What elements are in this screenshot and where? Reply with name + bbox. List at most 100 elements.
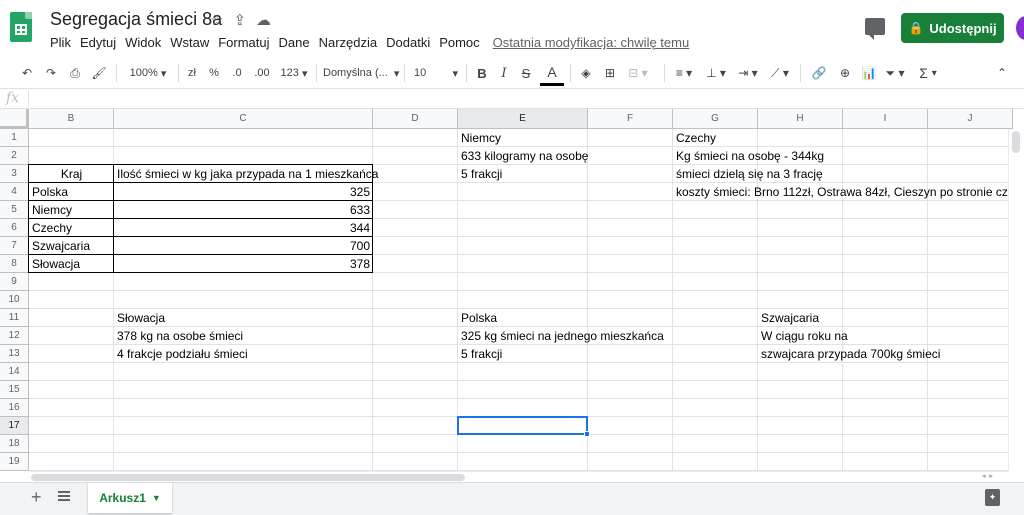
increase-decimal-button[interactable]: .00 xyxy=(250,60,274,86)
font-size-select[interactable]: 10 ▾ xyxy=(410,60,462,86)
menu-help[interactable]: Pomoc xyxy=(439,35,479,50)
row-header-15[interactable]: 15 xyxy=(0,381,29,399)
row-header-17[interactable]: 17 xyxy=(0,417,29,435)
row-header-10[interactable]: 10 xyxy=(0,291,29,309)
cell-c13[interactable]: 4 frakcje podziału śmieci xyxy=(114,345,373,363)
insert-chart-icon[interactable]: 📊 xyxy=(858,60,880,86)
percent-button[interactable]: % xyxy=(204,60,224,86)
last-edit-link[interactable]: Ostatnia modyfikacja: chwilę temu xyxy=(493,35,690,50)
menu-file[interactable]: Plik xyxy=(50,35,71,50)
row-header-4[interactable]: 4 xyxy=(0,183,29,201)
scroll-arrows[interactable]: ◂ ▸ xyxy=(982,472,993,480)
column-header-c[interactable]: C xyxy=(114,109,373,129)
cell-h11[interactable]: Szwajcaria xyxy=(758,309,843,327)
horizontal-scrollbar[interactable] xyxy=(29,471,1008,482)
redo-icon[interactable]: ↷ xyxy=(40,60,62,86)
collapse-toolbar-icon[interactable]: ⌃ xyxy=(992,60,1012,86)
sheets-logo-icon[interactable] xyxy=(10,12,32,42)
column-header-b[interactable]: B xyxy=(29,109,114,129)
sheet-tab-active[interactable]: Arkusz1 ▼ xyxy=(88,483,172,513)
row-header-19[interactable]: 19 xyxy=(0,453,29,471)
star-icon[interactable]: ☆ xyxy=(210,11,223,29)
cell-g4[interactable]: koszty śmieci: Brno 112zł, Ostrawa 84zł,… xyxy=(673,183,1024,201)
select-all-corner[interactable] xyxy=(0,109,29,129)
avatar[interactable] xyxy=(1016,16,1024,40)
cloud-status-icon[interactable]: ☁ xyxy=(256,11,271,29)
text-color-button[interactable]: A xyxy=(540,60,564,86)
cell-e1[interactable]: Niemcy xyxy=(458,129,588,147)
fill-handle[interactable] xyxy=(584,431,590,437)
row-header-8[interactable]: 8 xyxy=(0,255,29,273)
cell-h12[interactable]: W ciągu roku na xyxy=(758,327,851,345)
column-header-g[interactable]: G xyxy=(673,109,758,129)
document-title[interactable]: Segregacja śmieci 8a xyxy=(50,9,222,30)
menu-tools[interactable]: Narzędzia xyxy=(319,35,378,50)
cell-c12[interactable]: 378 kg na osobe śmieci xyxy=(114,327,373,345)
bold-button[interactable]: B xyxy=(472,60,492,86)
column-header-i[interactable]: I xyxy=(843,109,928,129)
row-header-9[interactable]: 9 xyxy=(0,273,29,291)
filter-icon[interactable]: ⏷ ▾ xyxy=(882,60,908,86)
cell-g3[interactable]: śmieci dzielą się na 3 frację xyxy=(673,165,826,183)
strikethrough-button[interactable]: S xyxy=(516,60,536,86)
horizontal-align-icon[interactable]: ≡ ▾ xyxy=(670,60,698,86)
menu-insert[interactable]: Wstaw xyxy=(170,35,209,50)
menu-addons[interactable]: Dodatki xyxy=(386,35,430,50)
comments-icon[interactable] xyxy=(865,18,885,40)
more-formats-select[interactable]: 123 ▾ xyxy=(276,60,312,86)
font-select[interactable]: Domyślna (... ▾ xyxy=(320,60,400,86)
menu-format[interactable]: Formatuj xyxy=(218,35,269,50)
menu-edit[interactable]: Edytuj xyxy=(80,35,116,50)
undo-icon[interactable]: ↶ xyxy=(16,60,38,86)
cell-c11[interactable]: Słowacja xyxy=(114,309,373,327)
column-header-d[interactable]: D xyxy=(373,109,458,129)
row-header-3[interactable]: 3 xyxy=(0,165,29,183)
functions-button[interactable]: Σ ▾ xyxy=(914,60,942,86)
move-folder-icon[interactable]: ⇪ xyxy=(233,11,246,29)
cell-e11[interactable]: Polska xyxy=(458,309,588,327)
cell-e3[interactable]: 5 frakcji xyxy=(458,165,588,183)
row-header-2[interactable]: 2 xyxy=(0,147,29,165)
italic-button[interactable]: I xyxy=(494,60,514,86)
row-header-12[interactable]: 12 xyxy=(0,327,29,345)
selected-cell-e17[interactable] xyxy=(457,416,588,435)
row-header-1[interactable]: 1 xyxy=(0,129,29,147)
zoom-select[interactable]: 100% ▾ xyxy=(122,60,174,86)
row-header-11[interactable]: 11 xyxy=(0,309,29,327)
column-header-e[interactable]: E xyxy=(458,109,588,129)
column-header-h[interactable]: H xyxy=(758,109,843,129)
text-wrap-icon[interactable]: ⇥ ▾ xyxy=(734,60,762,86)
column-header-j[interactable]: J xyxy=(928,109,1013,129)
row-header-7[interactable]: 7 xyxy=(0,237,29,255)
row-header-13[interactable]: 13 xyxy=(0,345,29,363)
decrease-decimal-button[interactable]: .0 xyxy=(226,60,248,86)
cell-e12[interactable]: 325 kg śmieci na jednego mieszkańca xyxy=(458,327,667,345)
currency-button[interactable]: zł xyxy=(182,60,202,86)
row-header-5[interactable]: 5 xyxy=(0,201,29,219)
menu-data[interactable]: Dane xyxy=(279,35,310,50)
cell-g1[interactable]: Czechy xyxy=(673,129,758,147)
vertical-align-icon[interactable]: ⊥ ▾ xyxy=(702,60,730,86)
explore-icon[interactable]: ✦ xyxy=(985,489,1000,506)
insert-link-icon[interactable]: 🔗 xyxy=(808,60,830,86)
cell-h13[interactable]: szwajcara przypada 700kg śmieci xyxy=(758,345,943,363)
share-button[interactable]: 🔒 Udostępnij xyxy=(901,13,1004,43)
paint-format-icon[interactable]: 🖌 xyxy=(88,60,110,86)
borders-icon[interactable]: ⊞ xyxy=(600,60,620,86)
print-icon[interactable]: ⎙ xyxy=(64,60,86,86)
spreadsheet-grid[interactable]: B C D E F G H I J 1 2 3 4 5 6 7 8 9 10 11 12 13 14 15 16 17 18 19 Ni… xyxy=(0,109,1024,471)
menu-view[interactable]: Widok xyxy=(125,35,161,50)
row-header-18[interactable]: 18 xyxy=(0,435,29,453)
cell-e2[interactable]: 633 kilogramy na osobę xyxy=(458,147,591,165)
insert-comment-icon[interactable]: ⊕ xyxy=(834,60,856,86)
add-sheet-icon[interactable]: + xyxy=(31,487,42,508)
all-sheets-icon[interactable] xyxy=(58,491,70,501)
merge-cells-icon[interactable]: ⊟ ▾ xyxy=(624,60,652,86)
cell-g2[interactable]: Kg śmieci na osobę - 344kg xyxy=(673,147,827,165)
fill-color-icon[interactable]: ◈ xyxy=(576,60,596,86)
row-header-14[interactable]: 14 xyxy=(0,363,29,381)
cell-e13[interactable]: 5 frakcji xyxy=(458,345,588,363)
text-rotation-icon[interactable]: ⟋ ▾ xyxy=(766,60,794,86)
row-header-16[interactable]: 16 xyxy=(0,399,29,417)
row-header-6[interactable]: 6 xyxy=(0,219,29,237)
